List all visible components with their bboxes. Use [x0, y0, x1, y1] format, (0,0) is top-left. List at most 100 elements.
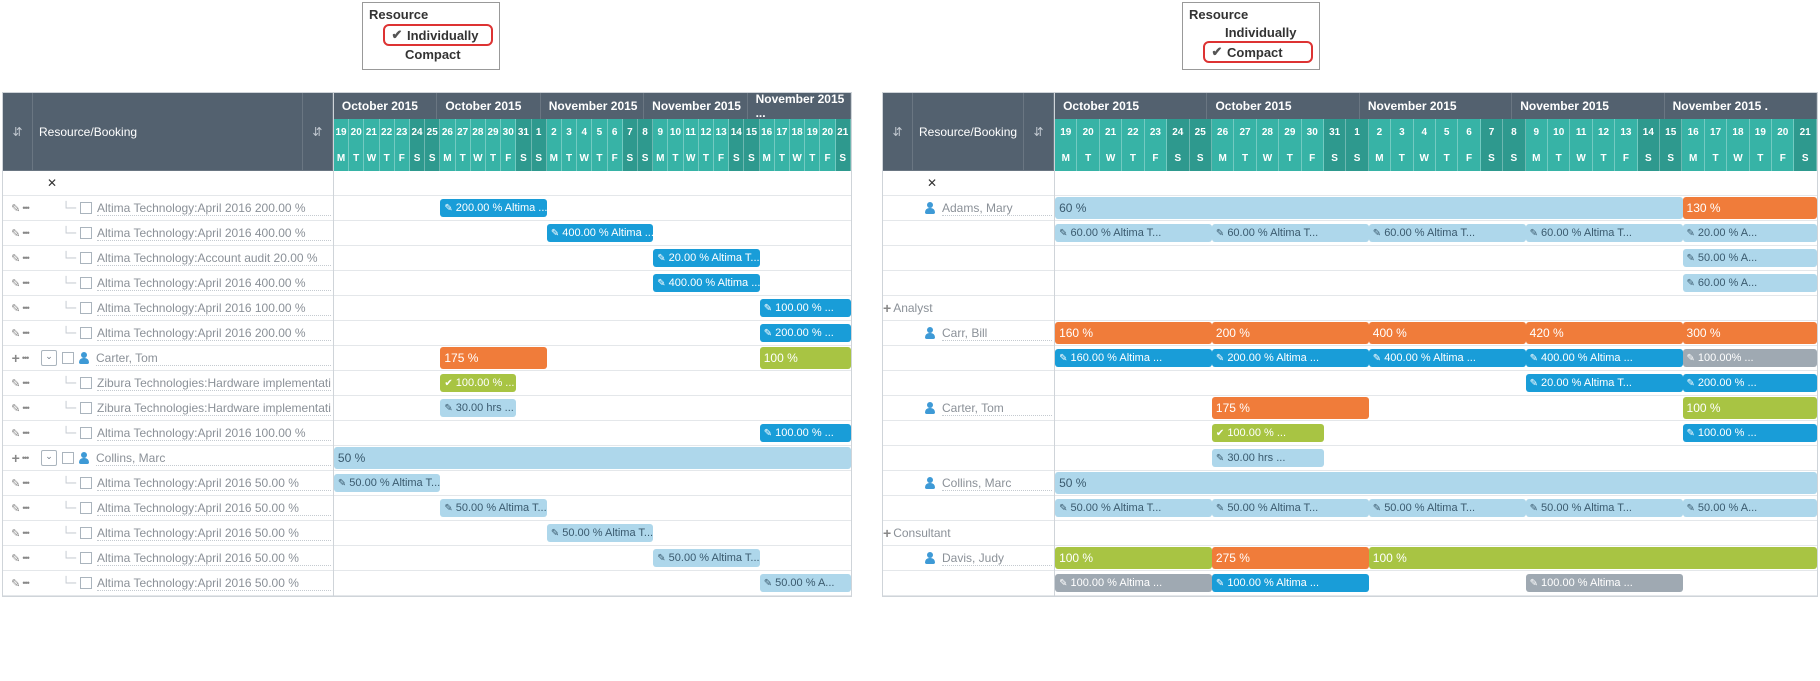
day-number[interactable]: 13: [714, 119, 729, 145]
day-number[interactable]: 26: [1212, 119, 1234, 145]
dots-icon[interactable]: [22, 352, 28, 364]
day-number[interactable]: 29: [1279, 119, 1301, 145]
gantt-bar[interactable]: 175 %: [1212, 397, 1369, 419]
gantt-bar[interactable]: 20.00 % Altima T...: [653, 249, 759, 267]
month-header[interactable]: November 2015 ...: [748, 93, 851, 119]
day-number[interactable]: 28: [471, 119, 486, 145]
checkbox[interactable]: [80, 527, 92, 539]
row-label[interactable]: Altima Technology:April 2016 100.00 %: [97, 301, 331, 316]
day-number[interactable]: 8: [1503, 119, 1525, 145]
day-number[interactable]: 20: [1077, 119, 1099, 145]
gantt-bar[interactable]: 400 %: [1369, 322, 1526, 344]
day-number[interactable]: 5: [592, 119, 607, 145]
day-number[interactable]: 17: [775, 119, 790, 145]
checkbox[interactable]: [80, 302, 92, 314]
gantt-bar[interactable]: 100.00 % Altima ...: [1526, 574, 1683, 592]
gantt-bar[interactable]: 100.00 % ...: [760, 299, 851, 317]
checkbox[interactable]: [80, 377, 92, 389]
dots-icon[interactable]: [22, 502, 28, 514]
gantt-bar[interactable]: 200.00 % Altima ...: [440, 199, 546, 217]
row-label-person[interactable]: Adams, Mary: [942, 201, 1052, 216]
sort-handle[interactable]: [883, 93, 913, 170]
row-label-person[interactable]: Collins, Marc: [96, 451, 331, 466]
day-number[interactable]: 11: [684, 119, 699, 145]
day-number[interactable]: 3: [562, 119, 577, 145]
day-number[interactable]: 1: [1346, 119, 1368, 145]
gantt-bar[interactable]: 175 %: [440, 347, 546, 369]
gantt-bar[interactable]: 100 %: [1683, 397, 1817, 419]
gantt-bar[interactable]: 50.00 % Altima T...: [1526, 499, 1683, 517]
expand-icon[interactable]: [883, 525, 891, 541]
pencil-icon[interactable]: [11, 527, 20, 540]
gantt-bar[interactable]: 400.00 % Altima ...: [1526, 349, 1683, 367]
day-number[interactable]: 25: [425, 119, 440, 145]
gantt-bar[interactable]: 400.00 % Altima ...: [547, 224, 653, 242]
gantt-bar[interactable]: 200.00 % ...: [760, 324, 851, 342]
month-header[interactable]: November 2015: [1360, 93, 1512, 119]
checkbox[interactable]: [80, 552, 92, 564]
plus-icon[interactable]: [12, 350, 20, 366]
row-label[interactable]: Zibura Technologies:Hardware implementat…: [97, 401, 331, 416]
row-label-group[interactable]: Consultant: [893, 526, 950, 540]
dots-icon[interactable]: [22, 527, 28, 539]
checkbox[interactable]: [80, 477, 92, 489]
day-number[interactable]: 27: [1234, 119, 1256, 145]
checkbox[interactable]: [80, 252, 92, 264]
gantt-bar[interactable]: 100.00 % Altima ...: [1212, 574, 1369, 592]
plus-icon[interactable]: [12, 450, 20, 466]
gantt-bar[interactable]: 60.00 % Altima T...: [1526, 224, 1683, 242]
day-number[interactable]: 29: [486, 119, 501, 145]
gantt-bar[interactable]: 300 %: [1683, 322, 1817, 344]
pencil-icon[interactable]: [11, 377, 20, 390]
day-number[interactable]: 15: [1660, 119, 1682, 145]
day-number[interactable]: 12: [699, 119, 714, 145]
row-label[interactable]: Altima Technology:April 2016 400.00 %: [97, 226, 331, 241]
checkbox[interactable]: [80, 402, 92, 414]
dots-icon[interactable]: [22, 427, 28, 439]
gantt-bar[interactable]: 100 %: [760, 347, 851, 369]
checkbox[interactable]: [80, 277, 92, 289]
row-label[interactable]: Altima Technology:Account audit 20.00 %: [97, 251, 331, 266]
row-label[interactable]: Altima Technology:April 2016 400.00 %: [97, 276, 331, 291]
day-number[interactable]: 21: [836, 119, 851, 145]
pencil-icon[interactable]: [11, 477, 20, 490]
pencil-icon[interactable]: [11, 202, 20, 215]
month-header[interactable]: October 2015: [334, 93, 437, 119]
gantt-bar[interactable]: 50.00 % Altima T...: [1212, 499, 1369, 517]
dots-icon[interactable]: [22, 477, 28, 489]
month-header[interactable]: October 2015: [437, 93, 540, 119]
gantt-bar[interactable]: 160 %: [1055, 322, 1212, 344]
row-label-person[interactable]: Collins, Marc: [942, 476, 1052, 491]
day-number[interactable]: 3: [1391, 119, 1413, 145]
gantt-bar[interactable]: 130 %: [1683, 197, 1817, 219]
gantt-bar[interactable]: 20.00 % A...: [1683, 224, 1817, 242]
row-label-group[interactable]: Analyst: [893, 301, 932, 315]
sort-handle[interactable]: [3, 93, 33, 170]
gantt-bar[interactable]: 100.00 % ...: [1683, 424, 1817, 442]
close-icon[interactable]: [927, 176, 937, 190]
month-header[interactable]: November 2015 .: [1665, 93, 1817, 119]
row-label[interactable]: Altima Technology:April 2016 50.00 %: [97, 501, 331, 516]
dots-icon[interactable]: [22, 252, 28, 264]
checkbox[interactable]: [80, 202, 92, 214]
dots-icon[interactable]: [22, 327, 28, 339]
day-number[interactable]: 21: [364, 119, 379, 145]
checkbox[interactable]: [62, 452, 74, 464]
month-header[interactable]: November 2015: [644, 93, 747, 119]
day-number[interactable]: 22: [1122, 119, 1144, 145]
resource-option-compact[interactable]: Compact: [383, 46, 493, 63]
gantt-bar[interactable]: 400.00 % Altima ...: [1369, 349, 1526, 367]
dots-icon[interactable]: [22, 552, 28, 564]
checkbox[interactable]: [80, 227, 92, 239]
pencil-icon[interactable]: [11, 252, 20, 265]
chevron-down-icon[interactable]: [41, 450, 57, 466]
gantt-bar[interactable]: 200 %: [1212, 322, 1369, 344]
day-number[interactable]: 17: [1705, 119, 1727, 145]
close-icon[interactable]: [47, 176, 57, 190]
row-label-person[interactable]: Carter, Tom: [942, 401, 1052, 416]
day-number[interactable]: 31: [1324, 119, 1346, 145]
day-number[interactable]: 4: [1414, 119, 1436, 145]
row-label-person[interactable]: Davis, Judy: [942, 551, 1052, 566]
day-number[interactable]: 30: [501, 119, 516, 145]
day-number[interactable]: 6: [608, 119, 623, 145]
